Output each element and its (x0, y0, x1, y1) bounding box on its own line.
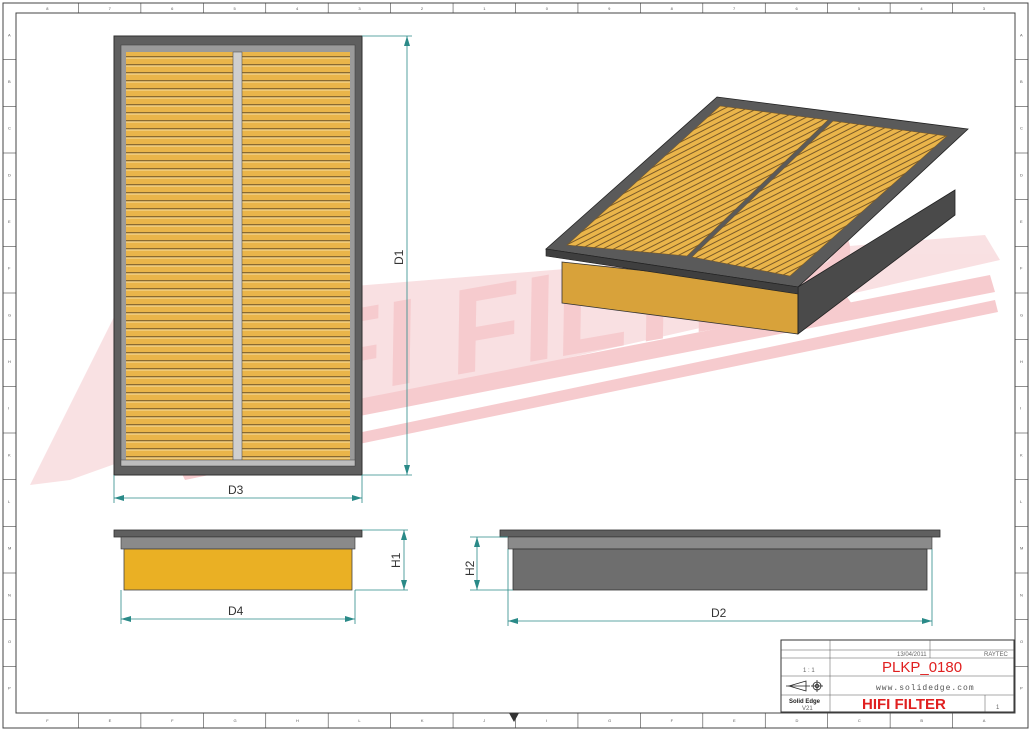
zone-label-top: 0 (546, 6, 549, 11)
zone-label-right: H (1020, 359, 1023, 364)
zone-label-right: B (1020, 79, 1023, 84)
zone-label-top: 7 (733, 6, 736, 11)
zone-label-right: C (1020, 126, 1023, 131)
zone-label-bottom: A (983, 718, 986, 723)
zone-label-left: P (8, 686, 11, 691)
title-block-date: 13/04/2011 (897, 652, 927, 658)
zone-label-top: 5 (858, 6, 861, 11)
zone-label-bottom: D (795, 718, 798, 723)
zone-label-right: F (1020, 266, 1023, 271)
zone-label-bottom: J (483, 718, 485, 723)
zone-label-left: L (8, 499, 11, 504)
zone-label-top: 3 (983, 6, 986, 11)
zone-label-bottom: I (546, 718, 547, 723)
zone-label-bottom: L (358, 718, 361, 723)
top-view (113, 35, 363, 476)
zone-label-right: G (1020, 312, 1023, 317)
zone-label-top: 6 (171, 6, 174, 11)
dimension-d3-label: D3 (228, 483, 244, 497)
dimension-d1-label: D1 (392, 249, 406, 265)
top-view-bottom-lip (120, 459, 356, 467)
zone-label-bottom: G (234, 718, 237, 723)
zone-label-top: 1 (483, 6, 486, 11)
zone-label-top: 6 (795, 6, 798, 11)
zone-label-right: P (1020, 686, 1023, 691)
dimension-h2-label: H2 (463, 560, 477, 576)
zone-label-top: 5 (234, 6, 237, 11)
dimension-d2-label: D2 (711, 606, 727, 620)
zone-label-left: D (8, 172, 11, 177)
title-block-scale: 1 : 1 (803, 668, 815, 674)
zone-label-bottom: F (171, 718, 174, 723)
zone-label-left: E (8, 219, 11, 224)
dimension-d4-label: D4 (228, 604, 244, 618)
zone-label-right: A (1020, 32, 1023, 37)
zone-label-left: N (8, 592, 11, 597)
zone-label-top: 7 (109, 6, 112, 11)
zone-label-bottom: E (733, 718, 736, 723)
center-mark-icon (509, 713, 519, 722)
zone-label-top: 3 (358, 6, 361, 11)
zone-label-right: N (1020, 592, 1023, 597)
zone-label-right: E (1020, 219, 1023, 224)
side-view (499, 529, 941, 591)
zone-label-bottom: H (296, 718, 299, 723)
dimension-h1-label: H1 (389, 552, 403, 568)
top-view-center-rib (232, 51, 243, 461)
zone-label-left: M (8, 546, 11, 551)
zone-label-left: O (8, 639, 11, 644)
title-block-software-version: V21 (802, 706, 813, 712)
zone-label-bottom: G (608, 718, 611, 723)
zone-label-left: A (8, 32, 11, 37)
drawing-sheet: 8 7 6 5 4 3 2 1 0 9 8 7 6 5 4 3F E F G H L K J I G F E D C B AABCDEFGH… (2, 2, 1029, 729)
zone-label-top: 8 (46, 6, 49, 11)
zone-label-left: B (8, 79, 11, 84)
zone-label-top: 4 (920, 6, 923, 11)
title-block-software: Solid Edge (789, 699, 821, 705)
zone-label-right: K (1020, 452, 1023, 457)
zone-label-right: I (1020, 406, 1021, 411)
zone-label-left: C (8, 126, 11, 131)
zone-label-left: F (8, 266, 11, 271)
zone-label-bottom: B (920, 718, 923, 723)
zone-label-right: L (1020, 499, 1023, 504)
zone-label-bottom: F (46, 718, 49, 723)
zone-label-left: I (8, 406, 9, 411)
zone-label-bottom: F (671, 718, 674, 723)
title-block-brand: HIFI FILTER (862, 696, 946, 713)
front-view (113, 529, 363, 591)
zone-label-top: 4 (296, 6, 299, 11)
zone-label-right: D (1020, 172, 1023, 177)
title-block-website: www.solidedge.com (876, 684, 975, 693)
zone-label-left: K (8, 452, 11, 457)
zone-label-top: 9 (608, 6, 611, 11)
zone-label-right: O (1020, 639, 1023, 644)
zone-label-top: 8 (671, 6, 674, 11)
title-block: 13/04/2011 RAYTEC 1 : 1 PLKP_0180 www.so… (780, 639, 1015, 713)
zone-label-left: H (8, 359, 11, 364)
zone-label-bottom: C (858, 718, 861, 723)
zone-label-top: 2 (421, 6, 424, 11)
zone-label-bottom: E (109, 718, 112, 723)
title-block-part-number: PLKP_0180 (882, 659, 962, 676)
zone-label-right: M (1020, 546, 1023, 551)
zone-label-bottom: K (421, 718, 424, 723)
title-block-author: RAYTEC (984, 652, 1009, 658)
zone-label-left: G (8, 312, 11, 317)
